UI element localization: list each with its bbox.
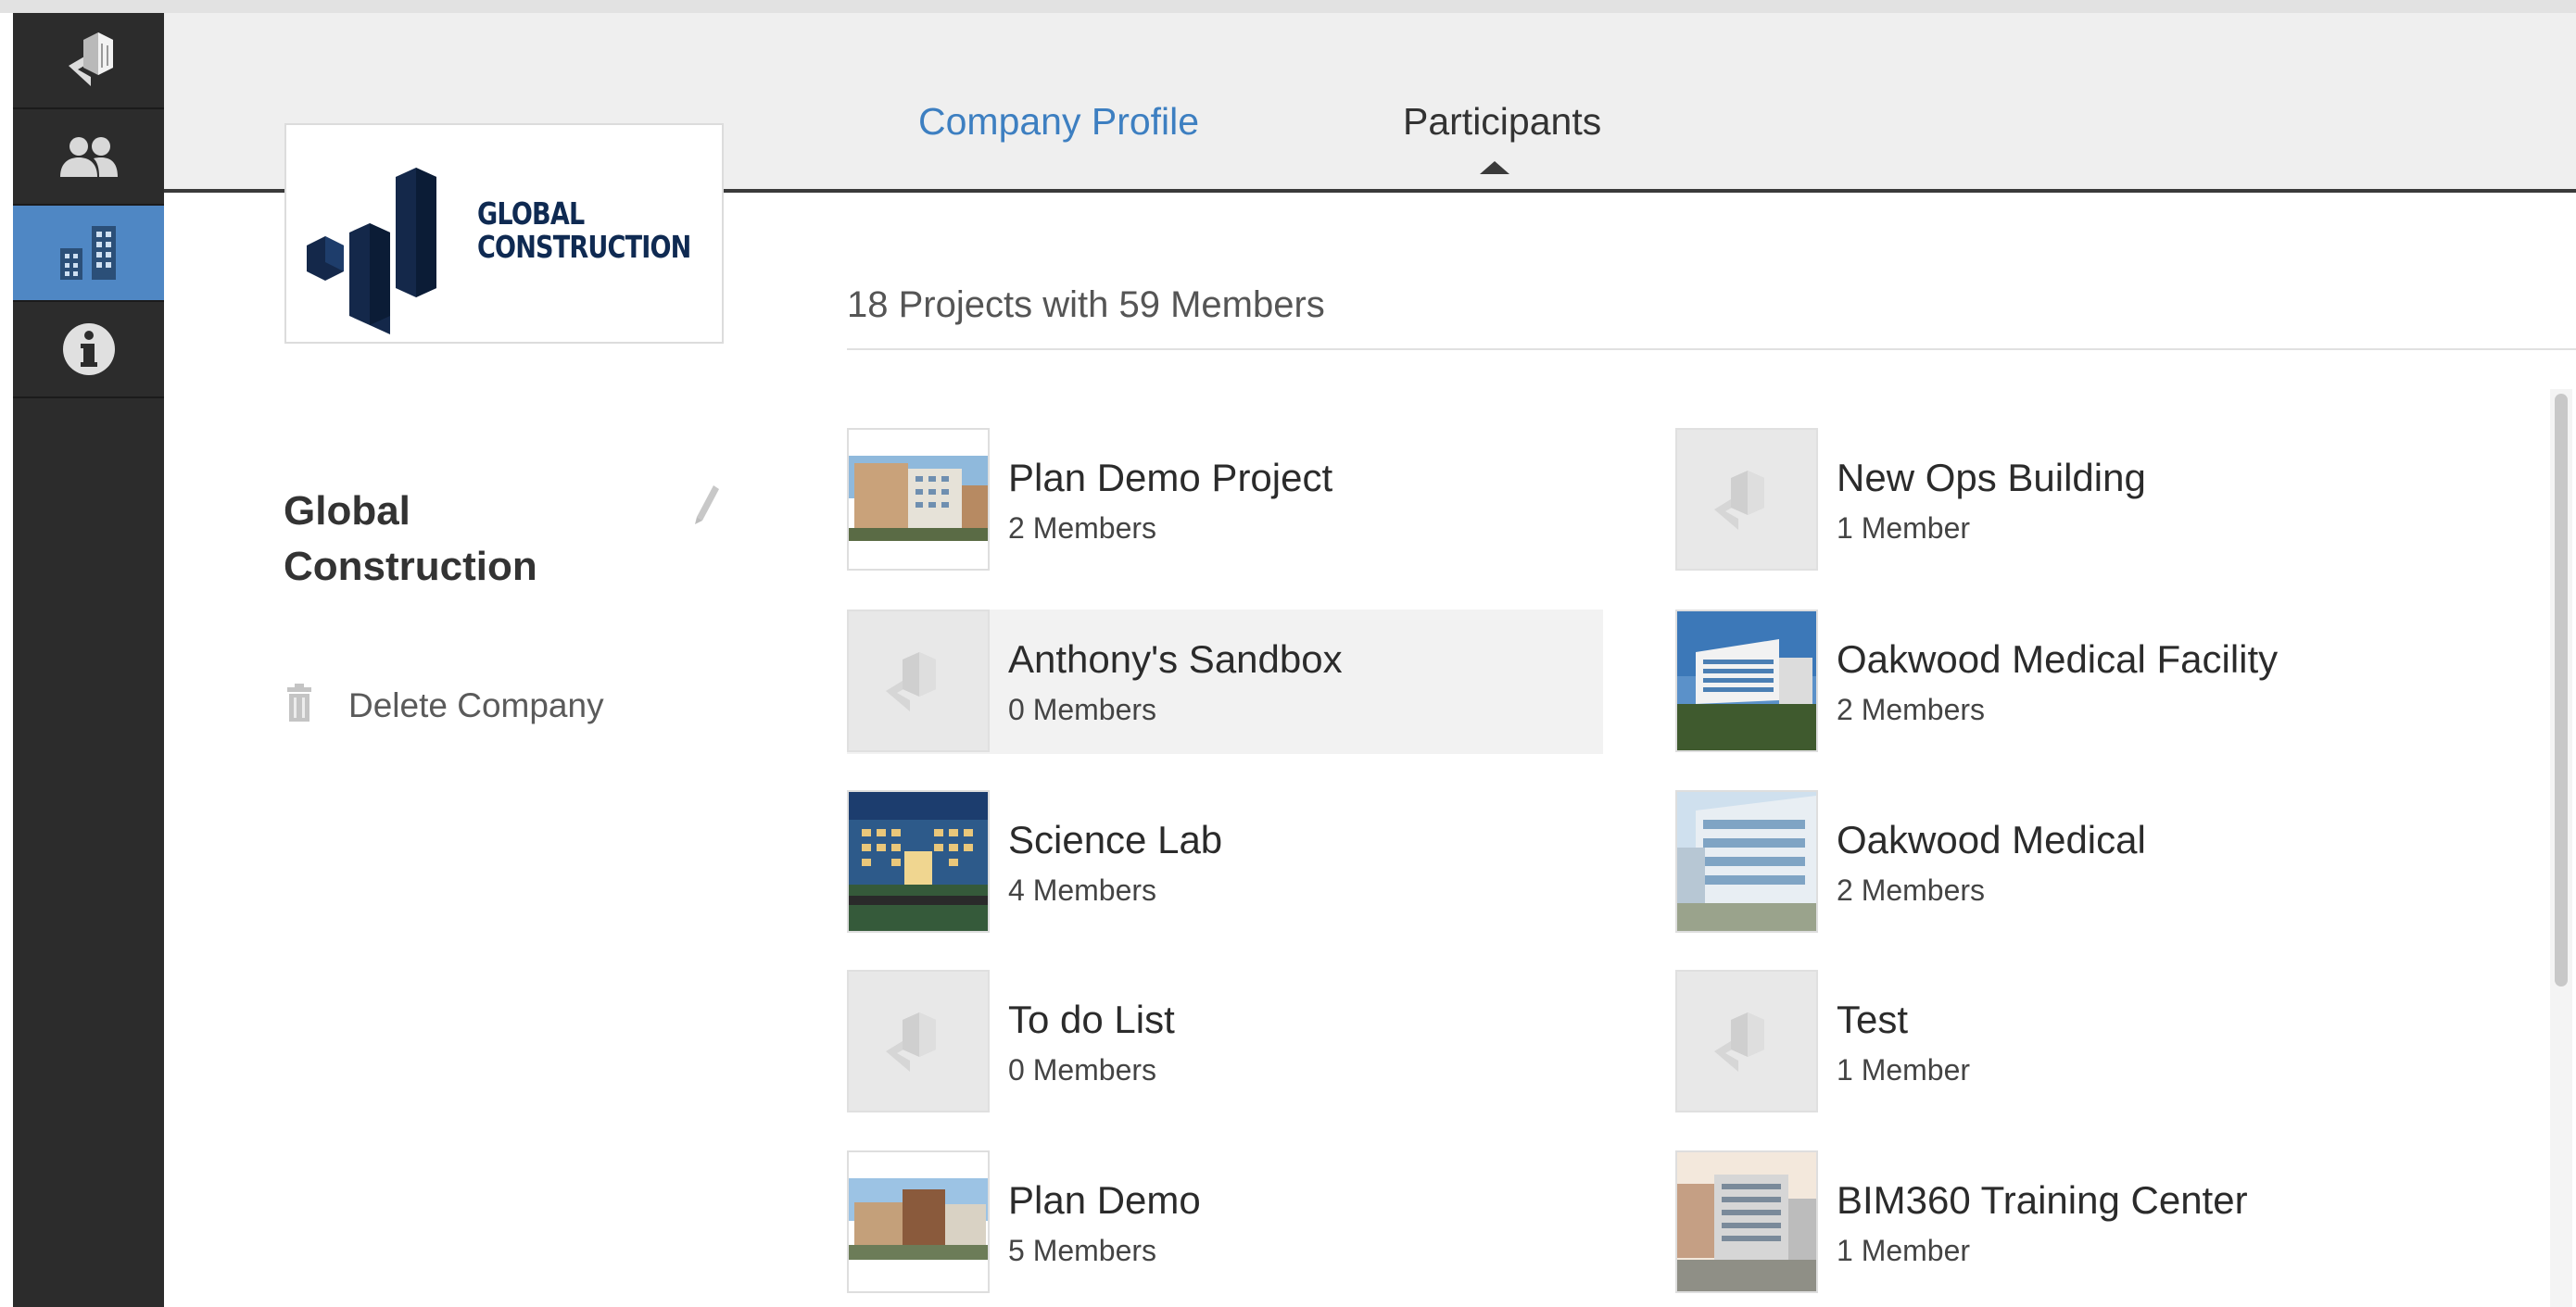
scrollbar-thumb[interactable] xyxy=(2555,394,2568,987)
project-name: To do List xyxy=(1008,998,1175,1041)
project-card[interactable]: To do List 0 Members xyxy=(847,970,1603,1114)
project-thumbnail-placeholder xyxy=(1675,970,1818,1112)
window-top-strip xyxy=(0,0,2576,13)
logo-text-line2: CONSTRUCTION xyxy=(477,229,691,265)
app-window: Company Profile Participants GLOBAL CONS… xyxy=(0,0,2576,1307)
project-placeholder-icon xyxy=(886,1012,936,1072)
project-name: New Ops Building xyxy=(1837,456,2146,499)
edit-pencil-icon[interactable] xyxy=(693,484,721,531)
project-member-count: 1 Member xyxy=(1837,1234,1971,1267)
project-thumbnail xyxy=(847,1150,990,1293)
rail-item-home[interactable] xyxy=(13,13,164,109)
active-tab-indicator xyxy=(1480,161,1509,174)
project-card[interactable]: Science Lab 4 Members xyxy=(847,790,1603,935)
company-logo: GLOBAL CONSTRUCTION xyxy=(284,123,724,344)
project-card[interactable]: Plan Demo 5 Members xyxy=(847,1150,1603,1295)
tab-company-profile[interactable]: Company Profile xyxy=(918,100,1199,144)
project-name: Science Lab xyxy=(1008,818,1223,861)
project-name: Plan Demo Project xyxy=(1008,456,1333,499)
project-member-count: 2 Members xyxy=(1837,693,1986,726)
rail-item-members[interactable] xyxy=(13,109,164,206)
project-name: Anthony's Sandbox xyxy=(1008,637,1343,681)
project-card[interactable]: Plan Demo Project 2 Members xyxy=(847,428,1603,572)
project-name: Test xyxy=(1837,998,1909,1041)
project-thumbnail-placeholder xyxy=(1675,428,1818,571)
project-thumbnail xyxy=(1675,790,1818,933)
project-card[interactable]: Oakwood Medical 2 Members xyxy=(1675,790,2431,935)
project-placeholder-icon xyxy=(1714,1012,1764,1072)
project-member-count: 2 Members xyxy=(1837,873,1986,907)
project-placeholder-icon xyxy=(1714,471,1764,530)
project-card[interactable]: Anthony's Sandbox 0 Members xyxy=(847,610,1603,754)
info-icon xyxy=(61,321,117,377)
project-placeholder-icon xyxy=(886,652,936,711)
project-name: Oakwood Medical xyxy=(1837,818,2146,861)
rail-item-companies[interactable] xyxy=(13,206,164,302)
delete-company-label: Delete Company xyxy=(348,685,604,724)
project-thumbnail-placeholder xyxy=(847,610,990,752)
rail-item-info[interactable] xyxy=(13,302,164,398)
project-thumbnail-placeholder xyxy=(847,970,990,1112)
project-member-count: 0 Members xyxy=(1008,693,1157,726)
project-thumbnail xyxy=(847,790,990,933)
company-name: Global Construction xyxy=(284,488,537,589)
project-card[interactable]: Oakwood Medical Facility 2 Members xyxy=(1675,610,2431,754)
company-logo-wordmark: GLOBAL CONSTRUCTION xyxy=(477,195,691,265)
project-card[interactable]: BIM360 Training Center 1 Member xyxy=(1675,1150,2431,1295)
project-name: Oakwood Medical Facility xyxy=(1837,637,2279,681)
project-member-count: 0 Members xyxy=(1008,1053,1157,1087)
project-name: Plan Demo xyxy=(1008,1178,1201,1222)
users-icon xyxy=(58,134,120,179)
project-thumbnail xyxy=(847,428,990,571)
logo-text-line1: GLOBAL xyxy=(477,195,585,232)
project-member-count: 1 Member xyxy=(1837,1053,1971,1087)
delete-company-link[interactable]: Delete Company xyxy=(285,684,604,727)
project-member-count: 5 Members xyxy=(1008,1234,1157,1267)
project-thumbnail xyxy=(1675,610,1818,752)
company-logo-mark xyxy=(307,168,436,334)
project-card[interactable]: Test 1 Member xyxy=(1675,970,2431,1114)
project-thumbnail xyxy=(1675,1150,1818,1293)
left-rail xyxy=(13,13,164,1307)
buildings-icon xyxy=(58,224,120,282)
project-member-count: 1 Member xyxy=(1837,511,1971,545)
project-member-count: 4 Members xyxy=(1008,873,1157,907)
trash-icon xyxy=(285,684,313,727)
summary-divider xyxy=(847,348,2576,350)
projects-summary: 18 Projects with 59 Members xyxy=(847,284,1325,325)
project-member-count: 2 Members xyxy=(1008,511,1157,545)
project-card[interactable]: New Ops Building 1 Member xyxy=(1675,428,2431,572)
app-logo-icon xyxy=(61,31,117,90)
tab-participants[interactable]: Participants xyxy=(1403,100,1601,144)
project-name: BIM360 Training Center xyxy=(1837,1178,2248,1222)
